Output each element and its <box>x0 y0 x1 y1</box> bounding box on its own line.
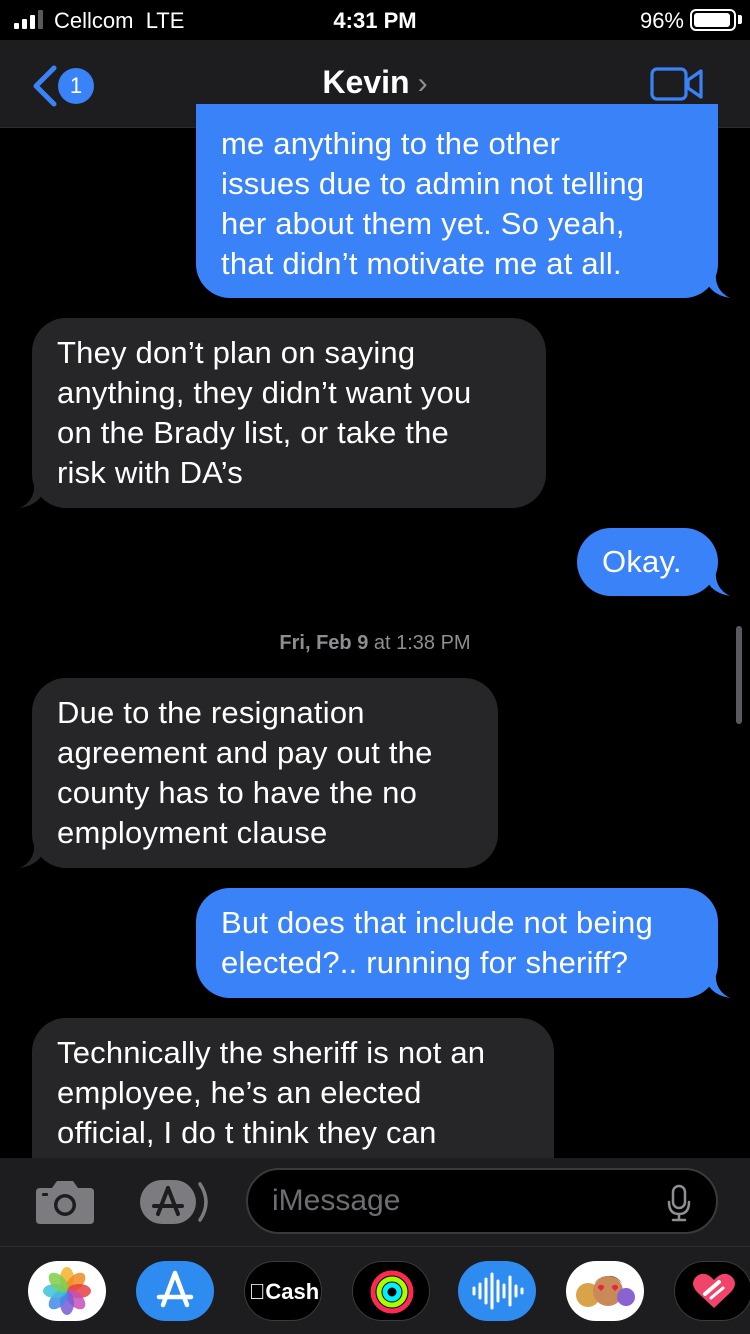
dictation-button[interactable] <box>666 1184 692 1227</box>
message-line: Okay. <box>602 544 682 579</box>
message-line: They don’t plan on saying <box>57 335 416 370</box>
battery-nub <box>738 15 742 24</box>
message-bubble-received[interactable]: They don’t plan on saying anything, they… <box>20 318 546 508</box>
message-bubble-sent[interactable]: me anything to the other issues due to a… <box>196 104 730 298</box>
message-line: But does that include not being <box>221 905 653 940</box>
message-line: anything, they didn’t want you <box>57 375 472 410</box>
imessage-field[interactable] <box>246 1168 718 1234</box>
voice-memo-app-button[interactable] <box>458 1261 536 1321</box>
bubble-tail <box>704 570 730 596</box>
contact-name: Kevin <box>322 64 410 100</box>
message-line: issues due to admin not telling <box>221 166 645 201</box>
message-line: her about them yet. So yeah, <box>221 206 625 241</box>
conversation-timestamp: Fri, Feb 9 at 1:38 PM <box>0 632 750 655</box>
timestamp-time: at 1:38 PM <box>373 632 471 654</box>
message-line: risk with DA’s <box>57 455 243 490</box>
scrollbar[interactable] <box>736 626 742 724</box>
cash-app-icon: Cash <box>249 1279 319 1304</box>
message-line: Technically the sheriff is not an <box>57 1035 486 1070</box>
message-line: Due to the resignation <box>57 695 365 730</box>
camera-icon <box>36 1181 94 1224</box>
bubble-tail <box>20 842 46 868</box>
digital-touch-icon <box>693 1273 735 1308</box>
battery-level-fill <box>694 13 731 27</box>
microphone-icon <box>667 1184 691 1222</box>
app-store-icon <box>156 1270 194 1308</box>
chevron-right-icon: › <box>417 67 428 100</box>
message-input-bar <box>0 1158 750 1246</box>
battery-icon <box>690 9 736 31</box>
app-store-drawer-button[interactable] <box>138 1178 216 1231</box>
cash-app-button[interactable]: Cash <box>244 1261 322 1321</box>
facetime-video-button[interactable] <box>650 66 704 107</box>
message-line: elected?.. running for sheriff? <box>221 945 629 980</box>
timestamp-day: Fri, Feb 9 <box>279 632 369 654</box>
app-store-app-button[interactable] <box>136 1261 214 1321</box>
message-line: official, I do t think they can <box>57 1115 437 1150</box>
message-line: employment clause <box>57 815 328 850</box>
digital-touch-app-button[interactable] <box>674 1261 750 1321</box>
voice-memo-icon <box>472 1272 524 1310</box>
video-camera-icon <box>650 67 703 101</box>
message-bubble-received[interactable]: Technically the sheriff is not an employ… <box>32 1018 554 1178</box>
bubble-tail <box>704 972 730 998</box>
contact-name-button[interactable]: Kevin › <box>0 64 750 101</box>
message-line: on the Brady list, or take the <box>57 415 449 450</box>
message-line: agreement and pay out the <box>57 735 433 770</box>
photos-app-button[interactable] <box>28 1261 106 1321</box>
status-time: 4:31 PM <box>333 8 417 33</box>
bubble-tail <box>20 482 46 508</box>
message-line: that didn’t motivate me at all. <box>221 246 622 281</box>
message-bubble-received[interactable]: Due to the resignation agreement and pay… <box>20 678 498 868</box>
memoji-icon <box>576 1275 635 1307</box>
imessage-input[interactable] <box>272 1180 632 1222</box>
message-bubble-sent[interactable]: Okay. <box>577 528 730 596</box>
activity-app-button[interactable] <box>352 1261 430 1321</box>
status-bar: Cellcom LTE 4:31 PM 96% <box>0 0 750 40</box>
camera-button[interactable] <box>34 1178 96 1231</box>
imessage-app-drawer: Cash <box>0 1246 750 1334</box>
battery-percent: 96% <box>639 8 684 33</box>
message-bubble-sent[interactable]: But does that include not being elected?… <box>196 888 730 998</box>
message-line: county has to have the no <box>57 775 418 810</box>
bubble-tail <box>704 272 730 298</box>
message-line: me anything to the other <box>221 126 561 161</box>
app-store-icon <box>140 1180 208 1224</box>
message-line: employee, he’s an elected <box>57 1075 422 1110</box>
activity-icon <box>370 1270 414 1314</box>
memoji-app-button[interactable] <box>566 1261 644 1321</box>
photos-icon <box>43 1267 91 1315</box>
